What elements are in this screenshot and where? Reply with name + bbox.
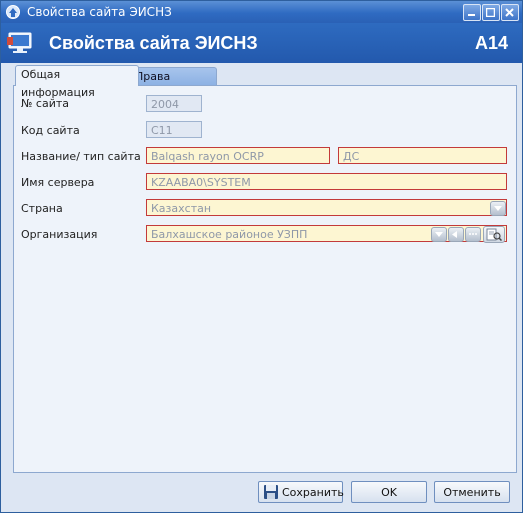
site-number-field[interactable]: 2004	[146, 95, 202, 112]
document-search-icon	[486, 228, 502, 241]
ok-button[interactable]: OK	[351, 481, 427, 503]
country-label: Страна	[21, 202, 63, 215]
chevron-down-icon	[494, 206, 502, 211]
country-select[interactable]: Казахстан	[146, 199, 507, 216]
organization-clear-button[interactable]	[448, 227, 464, 242]
save-button[interactable]: Сохранить	[258, 481, 344, 503]
site-code-label: Код сайта	[21, 124, 80, 137]
close-icon	[505, 8, 514, 17]
maximize-button[interactable]	[482, 4, 500, 21]
save-button-label: Сохранить	[282, 486, 344, 499]
floppy-disk-icon	[264, 485, 278, 499]
minimize-icon	[468, 14, 475, 16]
window-title: Свойства сайта ЭИСНЗ	[27, 5, 172, 19]
ellipsis-icon	[469, 233, 477, 235]
general-info-panel	[13, 85, 517, 473]
close-button[interactable]	[501, 4, 519, 21]
site-type-field[interactable]: ДС	[338, 147, 507, 164]
country-dropdown-button[interactable]	[490, 201, 506, 216]
tab-access-rights[interactable]: Права доступа	[129, 67, 217, 101]
site-name-label: Название/ тип сайта	[21, 150, 141, 163]
chevron-down-icon	[435, 232, 443, 237]
dialog-title: Свойства сайта ЭИСНЗ	[49, 33, 258, 53]
minimize-button[interactable]	[463, 4, 481, 21]
site-code-field[interactable]: C11	[146, 121, 202, 138]
cancel-button[interactable]: Отменить	[434, 481, 510, 503]
server-name-field[interactable]: KZAABA0\SYSTEM	[146, 173, 507, 190]
monitor-settings-icon	[7, 32, 32, 53]
app-icon	[6, 5, 20, 19]
organization-more-button[interactable]	[465, 227, 481, 242]
maximize-icon	[486, 8, 495, 17]
organization-label: Организация	[21, 228, 98, 241]
arrow-left-icon	[452, 231, 457, 238]
tab-general-info[interactable]: Общая информация	[15, 65, 139, 99]
organization-dropdown-button[interactable]	[431, 227, 447, 242]
form-code: A14	[474, 33, 508, 53]
organization-search-button[interactable]	[483, 226, 505, 243]
site-name-field[interactable]: Balqash rayon OCRP	[146, 147, 330, 164]
title-bar[interactable]: Свойства сайта ЭИСНЗ	[1, 1, 522, 23]
properties-window: Свойства сайта ЭИСНЗ Свойства сайта ЭИСН…	[0, 0, 523, 513]
server-name-label: Имя сервера	[21, 176, 95, 189]
dialog-header: Свойства сайта ЭИСНЗ A14	[1, 23, 522, 63]
